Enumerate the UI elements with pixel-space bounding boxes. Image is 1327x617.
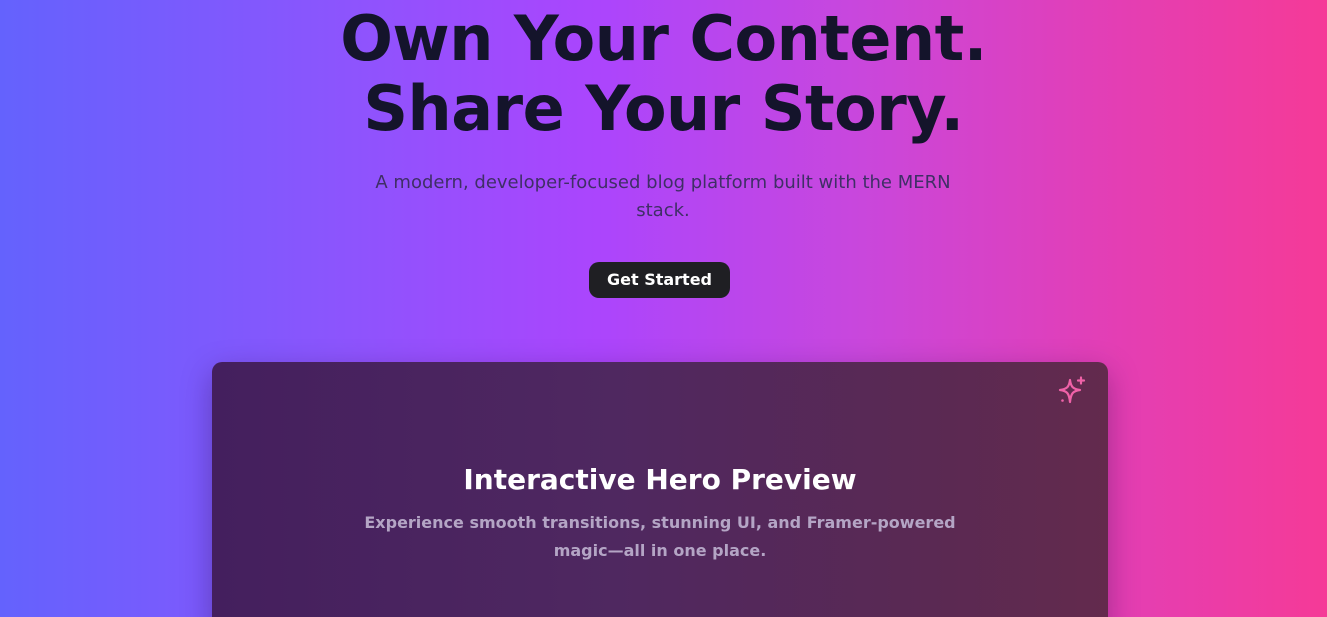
sparkles-icon xyxy=(1056,375,1088,407)
preview-description: Experience smooth transitions, stunning … xyxy=(364,513,956,560)
preview-title: Interactive Hero Preview xyxy=(463,463,857,496)
interactive-preview-card: Interactive Hero Preview Experience smoo… xyxy=(212,362,1108,617)
get-started-button[interactable]: Get Started xyxy=(589,262,730,298)
headline-line-2: Share Your Story. xyxy=(363,72,964,145)
hero-subtitle: A modern, developer-focused blog platfor… xyxy=(375,172,951,221)
headline-line-1: Own Your Content. xyxy=(340,2,987,75)
hero-headline: Own Your Content. Share Your Story. xyxy=(0,4,1327,144)
